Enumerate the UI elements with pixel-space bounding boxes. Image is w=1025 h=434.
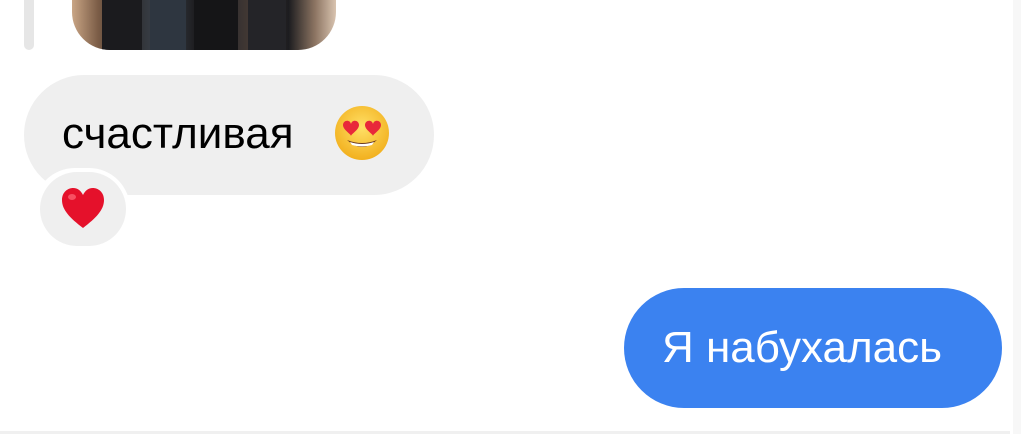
shared-photo[interactable] <box>72 0 336 50</box>
heart-reaction-icon <box>62 188 104 228</box>
outgoing-message-text: Я набухалась <box>662 323 943 372</box>
incoming-message-text: счастливая <box>62 109 294 158</box>
heart-eyes-emoji-icon <box>335 106 389 160</box>
reply-indicator-bar <box>24 0 34 50</box>
scrollbar[interactable] <box>1013 0 1021 434</box>
